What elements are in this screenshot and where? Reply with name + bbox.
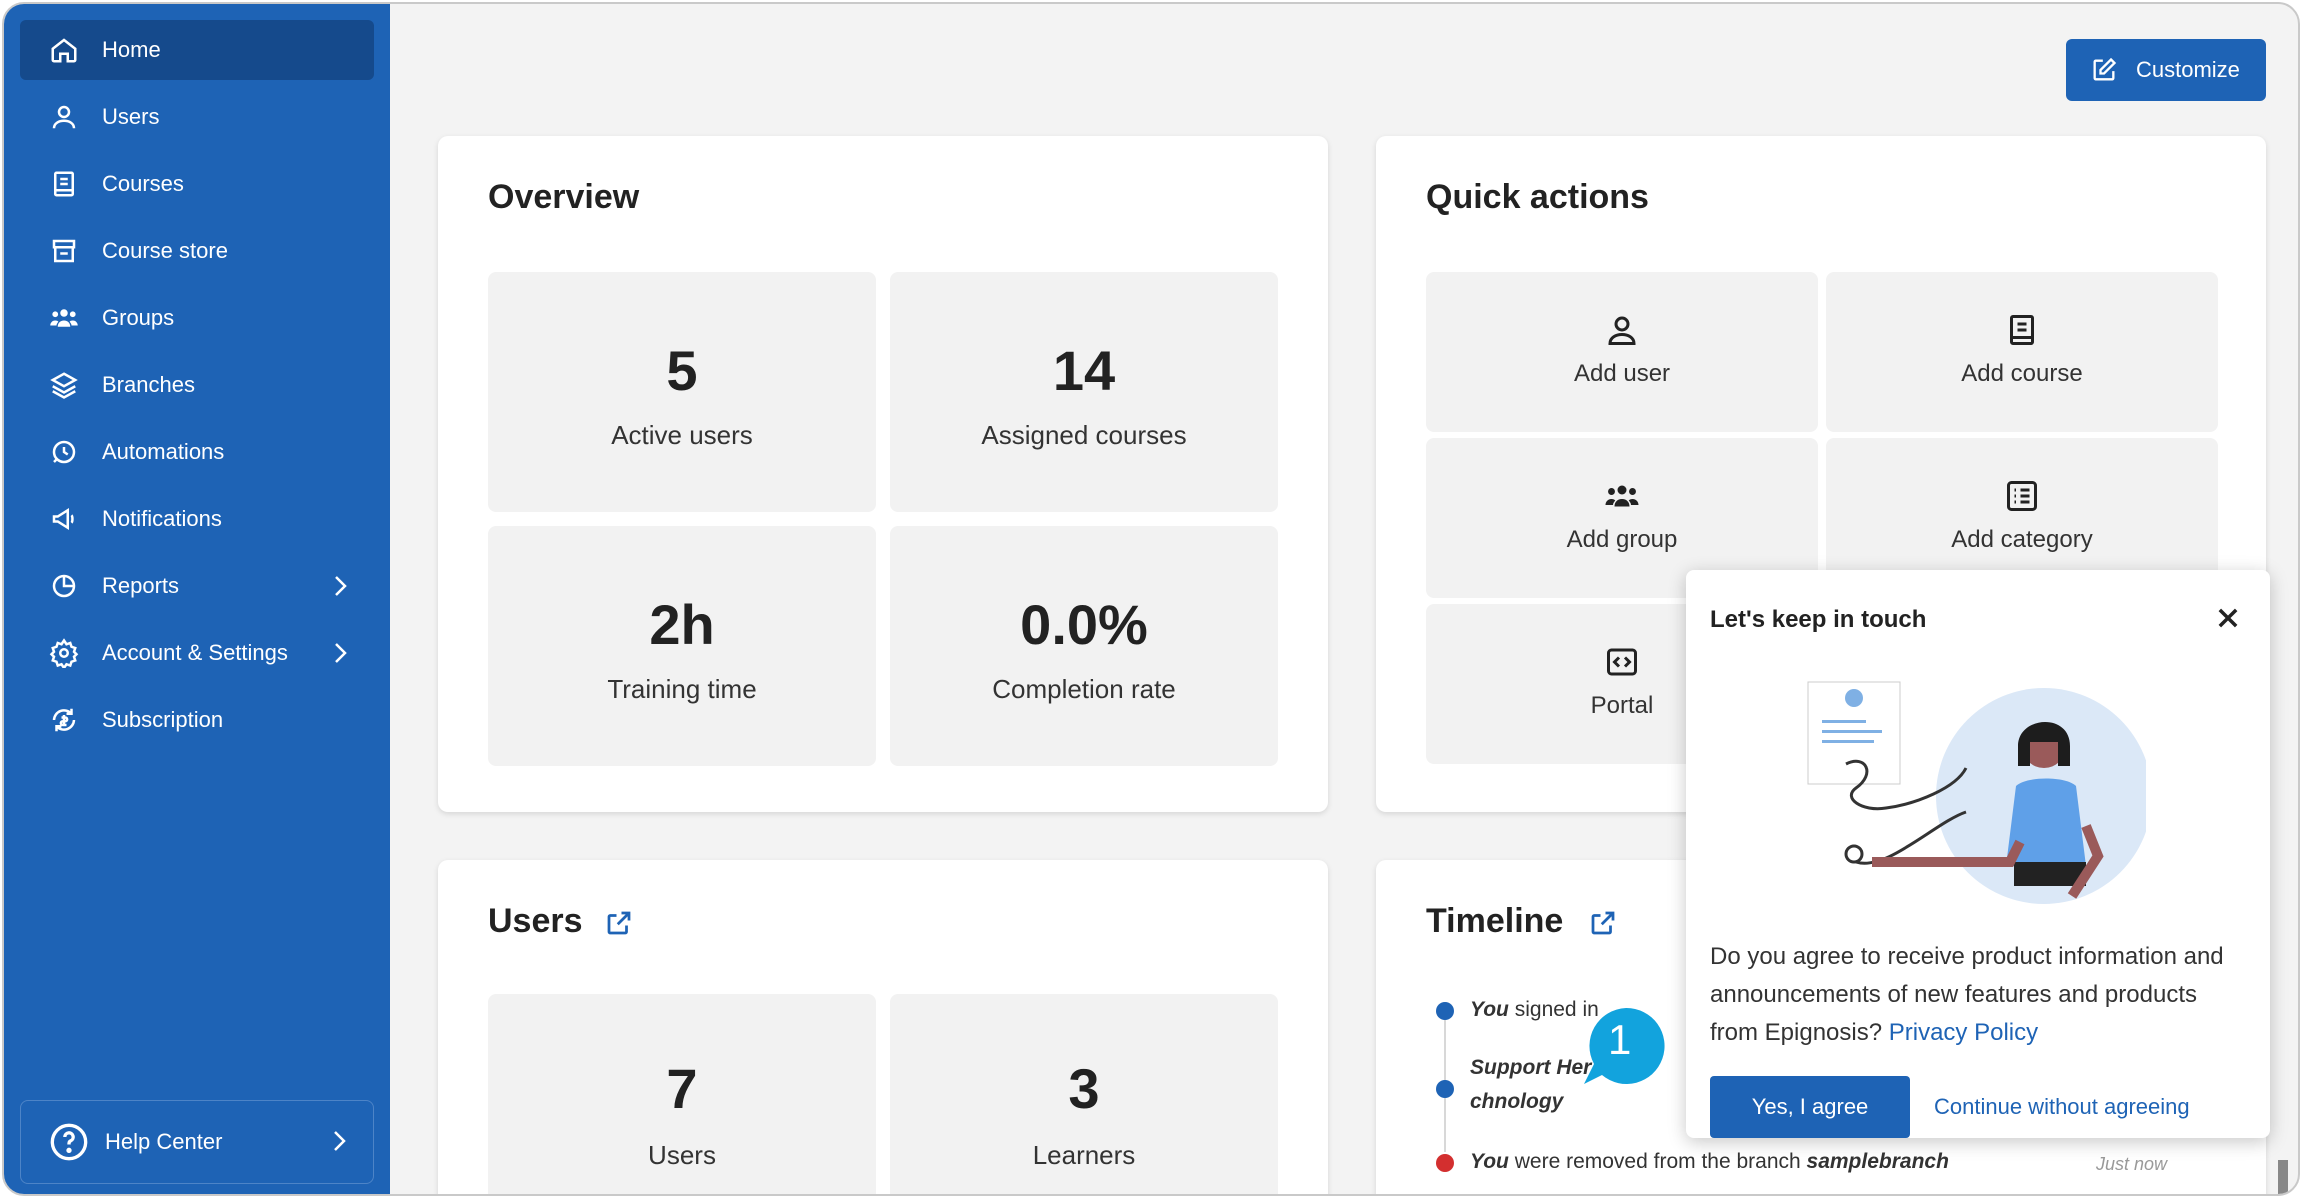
stat-value: 0.0% bbox=[1020, 593, 1148, 656]
quick-action-label: Add course bbox=[1961, 360, 2083, 387]
sidebar-item-label: Course store bbox=[102, 238, 228, 263]
app-window: Home Users Courses Course store Groups B… bbox=[2, 2, 2300, 1196]
code-icon bbox=[1607, 648, 1637, 676]
sidebar-item-label: Groups bbox=[102, 305, 175, 330]
scrollbar[interactable] bbox=[2278, 1160, 2288, 1194]
help-center-label: Help Center bbox=[105, 1129, 223, 1154]
stat-tile-active-users[interactable]: 5 Active users bbox=[488, 272, 876, 512]
privacy-policy-link[interactable]: Privacy Policy bbox=[1889, 1019, 2038, 1046]
sidebar-item-home[interactable]: Home bbox=[20, 20, 374, 80]
timeline-dot bbox=[1436, 1080, 1454, 1098]
stat-tile-assigned-courses[interactable]: 14 Assigned courses bbox=[890, 272, 1278, 512]
help-center-button[interactable]: Help Center bbox=[20, 1100, 374, 1184]
overview-title: Overview bbox=[488, 178, 640, 216]
stat-caption: Learners bbox=[1032, 1140, 1136, 1170]
close-icon[interactable] bbox=[2214, 604, 2242, 632]
agree-button[interactable]: Yes, I agree bbox=[1710, 1076, 1910, 1138]
chevron-right-icon bbox=[327, 1127, 351, 1161]
book-icon bbox=[2010, 315, 2034, 345]
sidebar-item-label: Subscription bbox=[102, 707, 224, 732]
add-user-button[interactable]: Add user bbox=[1426, 272, 1818, 432]
sidebar-item-label: Courses bbox=[102, 171, 184, 196]
timeline-dot bbox=[1436, 1002, 1454, 1020]
sidebar-item-label: Home bbox=[102, 37, 161, 62]
timeline-event[interactable]: Support Her bbox=[1470, 1056, 1591, 1080]
quick-actions-title: Quick actions bbox=[1426, 178, 1649, 216]
sidebar-item-label: Reports bbox=[102, 573, 180, 598]
external-link-icon[interactable] bbox=[1588, 908, 1618, 938]
popup-body: Do you agree to receive product informat… bbox=[1710, 943, 2224, 1046]
sidebar-item-course-store[interactable]: Course store bbox=[20, 221, 374, 281]
user-icon bbox=[34, 102, 94, 132]
sidebar-item-groups[interactable]: Groups bbox=[20, 288, 374, 348]
users-card: Users 7 Users 3 Learners bbox=[438, 860, 1328, 1194]
stat-tile-completion-rate[interactable]: 0.0% Completion rate bbox=[890, 526, 1278, 766]
quick-action-label: Add category bbox=[1951, 526, 2093, 553]
stat-caption: Assigned courses bbox=[981, 420, 1187, 450]
pie-chart-icon bbox=[34, 571, 94, 601]
quick-action-label: Add user bbox=[1573, 360, 1671, 387]
popup-title: Let's keep in touch bbox=[1710, 606, 1927, 633]
stat-caption: Completion rate bbox=[992, 674, 1176, 704]
add-course-button[interactable]: Add course bbox=[1826, 272, 2218, 432]
user-icon bbox=[1608, 316, 1636, 345]
sidebar-item-label: Automations bbox=[102, 439, 225, 464]
stat-value: 2h bbox=[649, 593, 715, 656]
sidebar: Home Users Courses Course store Groups B… bbox=[4, 4, 390, 1194]
timeline-event[interactable]: chnology bbox=[1470, 1090, 1563, 1114]
sidebar-item-reports[interactable]: Reports bbox=[20, 556, 374, 616]
stat-caption: Users bbox=[648, 1140, 716, 1170]
edit-icon bbox=[2093, 57, 2117, 81]
timeline-event[interactable]: You were removed from the branch sampleb… bbox=[1470, 1150, 1949, 1174]
stat-value: 5 bbox=[666, 339, 698, 402]
stat-value: 3 bbox=[1068, 1057, 1100, 1120]
stat-value: 7 bbox=[666, 1057, 698, 1120]
customize-button[interactable]: Customize bbox=[2066, 39, 2266, 101]
timeline-time: Just now bbox=[2096, 1154, 2168, 1174]
chevron-right-icon bbox=[328, 639, 352, 673]
layers-icon bbox=[34, 370, 94, 400]
stat-caption: Active users bbox=[611, 420, 753, 450]
overview-card: Overview 5 Active users 14 Assigned cour… bbox=[438, 136, 1328, 812]
stat-value: 14 bbox=[1052, 339, 1116, 402]
sidebar-item-automations[interactable]: Automations bbox=[20, 422, 374, 482]
chevron-right-icon bbox=[328, 572, 352, 606]
sidebar-item-label: Users bbox=[102, 104, 160, 129]
sidebar-item-label: Account & Settings bbox=[102, 640, 288, 665]
sidebar-item-branches[interactable]: Branches bbox=[20, 355, 374, 415]
quick-action-label: Add group bbox=[1566, 526, 1678, 553]
timeline-title: Timeline bbox=[1426, 902, 1564, 940]
continue-without-agreeing-link[interactable]: Continue without agreeing bbox=[1934, 1094, 2190, 1120]
sidebar-item-label: Notifications bbox=[102, 506, 222, 531]
external-link-icon[interactable] bbox=[604, 908, 634, 938]
illustration bbox=[1807, 681, 2146, 904]
customize-label: Customize bbox=[2136, 57, 2240, 82]
timeline-dot bbox=[1436, 1154, 1454, 1172]
stat-tile-training-time[interactable]: 2h Training time bbox=[488, 526, 876, 766]
step-callout-number: 1 bbox=[1608, 1016, 1632, 1063]
megaphone-icon bbox=[34, 504, 94, 534]
stat-tile-learners[interactable]: 3 Learners bbox=[890, 994, 1278, 1194]
stat-caption: Training time bbox=[607, 674, 757, 704]
sidebar-item-courses[interactable]: Courses bbox=[20, 154, 374, 214]
consent-popup: Let's keep in touch Do you agree to rece… bbox=[1686, 570, 2270, 1138]
subscription-icon bbox=[34, 705, 94, 735]
sidebar-item-users[interactable]: Users bbox=[20, 87, 374, 147]
store-icon bbox=[34, 236, 94, 266]
home-icon bbox=[34, 35, 94, 65]
sidebar-item-subscription[interactable]: Subscription bbox=[20, 690, 374, 750]
book-icon bbox=[34, 169, 94, 199]
sidebar-item-account-settings[interactable]: Account & Settings bbox=[20, 623, 374, 683]
group-icon bbox=[1605, 485, 1639, 507]
gear-icon bbox=[34, 638, 94, 668]
sidebar-item-notifications[interactable]: Notifications bbox=[20, 489, 374, 549]
sidebar-item-label: Branches bbox=[102, 372, 195, 397]
stat-tile-users[interactable]: 7 Users bbox=[488, 994, 876, 1194]
question-circle-icon bbox=[49, 1122, 89, 1162]
group-icon bbox=[34, 303, 94, 333]
automation-icon bbox=[34, 437, 94, 467]
users-title: Users bbox=[488, 902, 583, 940]
list-icon bbox=[2007, 481, 2037, 511]
